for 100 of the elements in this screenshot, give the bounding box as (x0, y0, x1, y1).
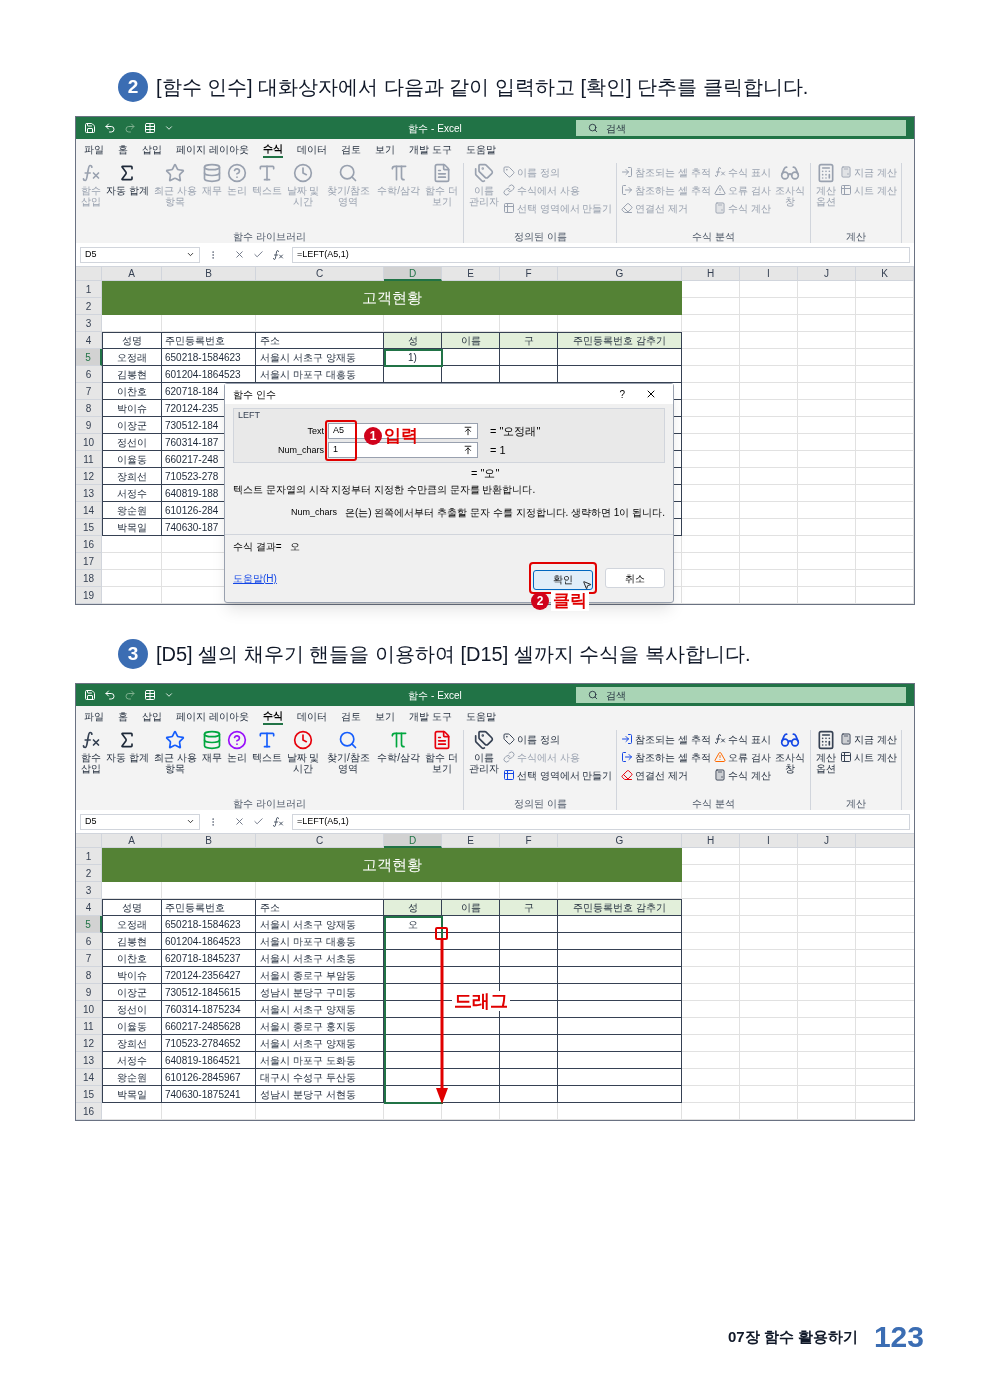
formula-field[interactable]: =LEFT(A5,1) (292, 813, 910, 830)
column-header[interactable]: D (384, 834, 442, 848)
menu-tab[interactable]: 검토 (340, 140, 361, 158)
ribbon-button[interactable]: 시트 계산 (839, 748, 897, 766)
enter-icon[interactable] (253, 816, 264, 827)
menu-tab[interactable]: 홈 (118, 707, 128, 725)
row-header[interactable]: 11 (76, 1018, 102, 1035)
save-icon[interactable] (84, 122, 96, 134)
menu-tab[interactable]: 페이지 레이아웃 (176, 140, 249, 158)
ribbon-button[interactable]: 논리 (225, 730, 248, 763)
cancel-icon[interactable] (234, 249, 245, 260)
row-header[interactable]: 9 (76, 984, 102, 1001)
ribbon-button[interactable]: 수학/삼각 (376, 730, 422, 763)
enter-icon[interactable] (253, 249, 264, 260)
row-header[interactable]: 1 (76, 848, 102, 865)
help-button[interactable]: ? (607, 386, 637, 402)
row-header[interactable]: 7 (76, 950, 102, 967)
row-header[interactable]: 2 (76, 865, 102, 882)
column-header[interactable]: C (256, 834, 384, 848)
row-header[interactable]: 12 (76, 1035, 102, 1052)
column-header[interactable]: G (558, 267, 682, 281)
row-header[interactable]: 19 (76, 587, 102, 604)
row-header[interactable]: 6 (76, 366, 102, 383)
column-header[interactable]: H (682, 267, 740, 281)
row-header[interactable]: 15 (76, 1086, 102, 1103)
row-header[interactable]: 1 (76, 281, 102, 298)
row-header[interactable]: 8 (76, 967, 102, 984)
ribbon-button[interactable]: 선택 영역에서 만들기 (502, 766, 613, 784)
row-header[interactable]: 17 (76, 553, 102, 570)
row-header[interactable]: 13 (76, 1052, 102, 1069)
column-header[interactable]: J (798, 267, 856, 281)
menu-tab[interactable]: 페이지 레이아웃 (176, 707, 249, 725)
save-icon[interactable] (84, 689, 96, 701)
search-field[interactable]: 검색 (576, 120, 906, 136)
menu-tab[interactable]: 삽입 (142, 140, 162, 158)
row-header[interactable]: 7 (76, 383, 102, 400)
row-header[interactable]: 14 (76, 1069, 102, 1086)
column-header[interactable]: A (102, 267, 162, 281)
ribbon-button[interactable]: 지금 계산 (839, 730, 897, 748)
ribbon-button[interactable]: 이름 관리자 (467, 730, 500, 774)
menu-tab[interactable]: 보기 (374, 707, 395, 725)
menu-tab[interactable]: 데이터 (296, 707, 327, 725)
row-header[interactable]: 16 (76, 1103, 102, 1120)
ribbon-button[interactable]: 참조하는 셀 추적 (621, 748, 712, 766)
menu-tab[interactable]: 보기 (374, 140, 395, 158)
row-header[interactable]: 6 (76, 933, 102, 950)
cancel-icon[interactable] (234, 816, 245, 827)
menu-tab[interactable]: 파일 (84, 140, 104, 158)
ribbon-button[interactable]: 이름 정의 (502, 730, 613, 748)
undo-icon[interactable] (104, 689, 116, 701)
name-box[interactable]: D5 (80, 246, 200, 263)
table-icon[interactable] (144, 689, 156, 701)
column-header[interactable]: I (740, 267, 798, 281)
column-header[interactable]: F (500, 834, 558, 848)
column-header[interactable]: D (384, 267, 442, 281)
table-icon[interactable] (144, 122, 156, 134)
row-header[interactable]: 5 (76, 916, 102, 933)
function-icon[interactable] (272, 248, 284, 261)
ribbon-button[interactable]: 수식 계산 (714, 766, 771, 784)
ribbon-button[interactable]: 조사식 창 (773, 730, 806, 774)
caret-icon[interactable] (164, 690, 174, 700)
ribbon-button[interactable]: 찾기/참조 영역 (323, 730, 374, 774)
row-header[interactable]: 9 (76, 417, 102, 434)
caret-icon[interactable] (164, 123, 174, 133)
row-header[interactable]: 8 (76, 400, 102, 417)
ribbon-button[interactable]: 수식 표시 (714, 730, 771, 748)
column-header[interactable]: J (798, 834, 856, 848)
row-header[interactable]: 5 (76, 349, 102, 366)
ribbon-button[interactable]: 텍스트 (250, 730, 283, 763)
column-header[interactable]: F (500, 267, 558, 281)
row-header[interactable]: 11 (76, 451, 102, 468)
ribbon-button[interactable]: 참조되는 셀 추적 (621, 730, 712, 748)
redo-icon[interactable] (124, 689, 136, 701)
dialog-button[interactable]: 취소 (605, 568, 665, 588)
ribbon-button[interactable]: 날짜 및 시간 (285, 730, 321, 774)
menu-tab[interactable]: 도움말 (465, 707, 496, 725)
ribbon-button[interactable]: 최근 사용 항목 (152, 730, 198, 774)
column-header[interactable]: G (558, 834, 682, 848)
menu-tab[interactable]: 파일 (84, 707, 104, 725)
ribbon-button[interactable]: 함수 더 보기 (424, 730, 459, 774)
row-header[interactable]: 13 (76, 485, 102, 502)
menu-tab[interactable]: 삽입 (142, 707, 162, 725)
row-header[interactable]: 4 (76, 899, 102, 916)
menu-tab[interactable]: 개발 도구 (408, 707, 452, 725)
menu-tab[interactable]: 도움말 (465, 140, 496, 158)
column-header[interactable]: E (442, 267, 500, 281)
row-header[interactable]: 18 (76, 570, 102, 587)
formula-field[interactable]: =LEFT(A5,1) (292, 246, 910, 263)
search-field[interactable]: 검색 (576, 687, 906, 703)
column-header[interactable]: E (442, 834, 500, 848)
menu-tab[interactable]: 데이터 (296, 140, 327, 158)
column-header[interactable]: H (682, 834, 740, 848)
column-header[interactable]: C (256, 267, 384, 281)
row-header[interactable]: 10 (76, 1001, 102, 1018)
column-header[interactable]: B (162, 834, 256, 848)
row-header[interactable]: 14 (76, 502, 102, 519)
row-header[interactable]: 12 (76, 468, 102, 485)
ribbon-button[interactable]: 자동 합계 (105, 730, 150, 763)
ribbon-button[interactable]: 함수 삽입 (80, 730, 102, 774)
ribbon-button[interactable]: 재무 (200, 730, 223, 763)
